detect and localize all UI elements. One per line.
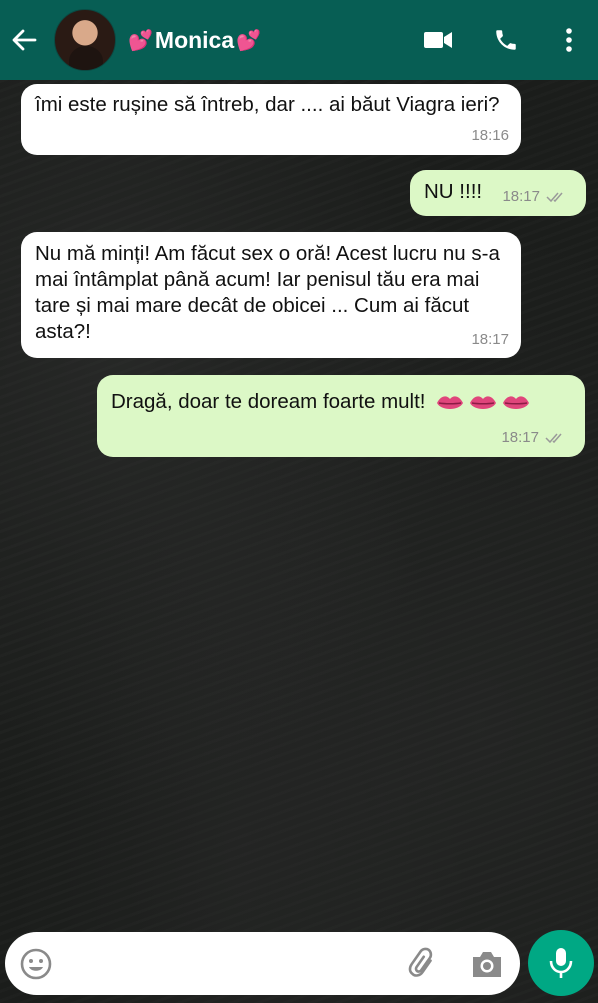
message-text: Dragă, doar te doream foarte mult!: [111, 390, 426, 413]
message-time: 18:17: [501, 429, 539, 446]
message-time: 18:17: [502, 188, 540, 205]
chat-header: 💕 Monica 💕: [0, 0, 598, 80]
kiss-mark-icon: [470, 395, 497, 409]
contact-name: Monica: [154, 26, 235, 53]
mic-button[interactable]: [528, 930, 594, 996]
message-time: 18:17: [471, 331, 509, 348]
more-options-icon: [566, 28, 572, 52]
message-text: îmi este rușine să întreb, dar .... ai b…: [35, 93, 500, 116]
message-time: 18:16: [471, 127, 509, 144]
chat-background: [0, 80, 598, 1003]
read-ticks-icon: [545, 433, 562, 444]
mic-icon: [549, 948, 573, 978]
contact-avatar[interactable]: [54, 9, 116, 71]
message-outgoing[interactable]: Dragă, doar te doream foarte mult! 18:17: [97, 375, 585, 457]
message-incoming[interactable]: Nu mă minți! Am făcut sex o oră! Acest l…: [21, 232, 521, 358]
back-arrow-icon: [12, 29, 37, 51]
kiss-mark-icon: [503, 395, 530, 409]
message-text: Nu mă minți! Am făcut sex o oră! Acest l…: [35, 242, 500, 343]
video-call-icon: [424, 32, 452, 48]
voice-call-button[interactable]: [472, 0, 540, 80]
phone-icon: [496, 30, 516, 50]
read-ticks-icon: [546, 192, 563, 203]
kiss-mark-icon: [437, 395, 464, 409]
camera-icon[interactable]: [469, 947, 505, 981]
attach-icon[interactable]: [405, 946, 441, 982]
video-call-button[interactable]: [404, 0, 472, 80]
kiss-emojis: [435, 392, 531, 414]
more-options-button[interactable]: [540, 0, 598, 80]
message-text: NU !!!!: [424, 180, 483, 203]
back-button[interactable]: [0, 0, 48, 80]
message-outgoing[interactable]: NU !!!! 18:17: [410, 170, 586, 216]
heart-emoji-right: 💕: [236, 29, 262, 52]
message-input-bar[interactable]: [5, 932, 520, 995]
message-incoming[interactable]: îmi este rușine să întreb, dar .... ai b…: [21, 84, 521, 155]
emoji-icon[interactable]: [19, 947, 53, 981]
contact-title[interactable]: 💕 Monica 💕: [126, 27, 263, 54]
heart-emoji-left: 💕: [128, 29, 153, 52]
